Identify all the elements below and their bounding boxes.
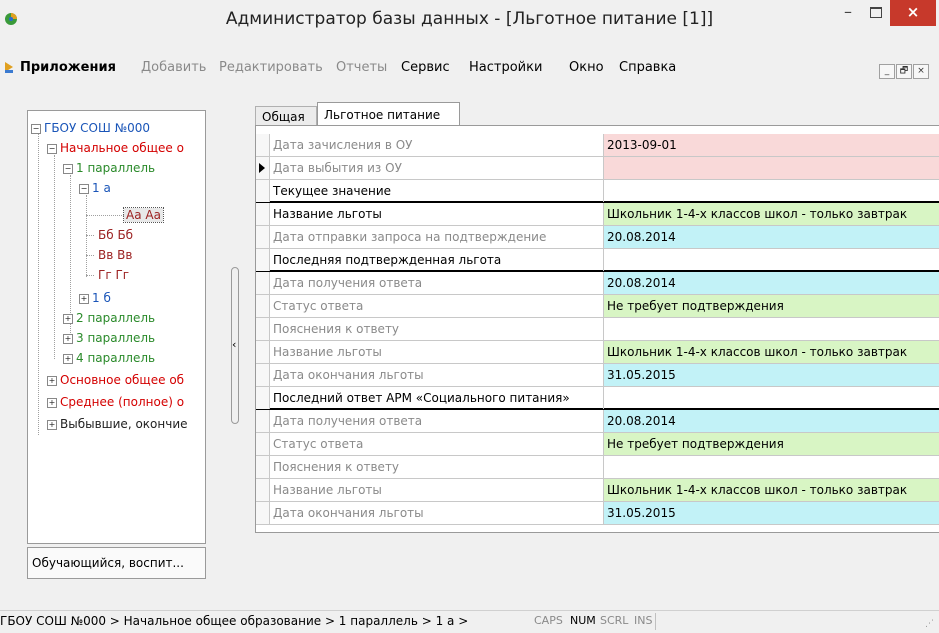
property-grid: Дата зачисления в ОУ 2013-09-01 Дата выб…	[255, 125, 939, 533]
mdi-buttons: _ 🗗 ×	[878, 62, 929, 79]
tree-connector	[54, 155, 55, 359]
grid-value[interactable]: 20.08.2014	[604, 226, 939, 248]
grid-row[interactable]: Название льготы Школьник 1-4-х классов ш…	[256, 479, 939, 502]
tree-node[interactable]: +2 параллель	[63, 309, 155, 327]
expand-icon[interactable]: +	[47, 397, 57, 408]
tree-connector	[86, 215, 124, 216]
tree-panel: − ГБОУ СОШ №000 − Начальное общее о −1 пар…	[27, 110, 206, 544]
scrl-indicator: SCRL	[600, 614, 629, 627]
num-indicator: NUM	[570, 614, 596, 627]
tree-leaf[interactable]: Гг Гг	[98, 266, 129, 284]
grid-value[interactable]: 20.08.2014	[604, 410, 939, 432]
grid-row[interactable]: Пояснения к ответу	[256, 318, 939, 341]
tree-node[interactable]: − Начальное общее о	[47, 139, 184, 157]
expand-icon[interactable]: +	[79, 293, 89, 304]
status-bar: ГБОУ СОШ №000 > Начальное общее образова…	[0, 610, 939, 633]
grid-section-header: Последняя подтвержденная льгота	[256, 249, 939, 272]
expand-icon[interactable]: +	[47, 419, 57, 430]
current-row-icon	[259, 163, 265, 173]
collapse-icon[interactable]: −	[47, 143, 57, 154]
tree-connector	[86, 275, 94, 276]
grid-row[interactable]: Название льготы Школьник 1-4-х классов ш…	[256, 203, 939, 226]
collapse-icon[interactable]: −	[79, 183, 89, 194]
tree-node[interactable]: +3 параллель	[63, 329, 155, 347]
grid-section-header: Последний ответ АРМ «Социального питания…	[256, 387, 939, 410]
grid-row[interactable]: Статус ответа Не требует подтверждения	[256, 295, 939, 318]
grid-value[interactable]: 2013-09-01	[604, 134, 939, 156]
tree-node[interactable]: + Выбывшие, окончие	[47, 415, 188, 433]
tree-connector	[38, 133, 39, 435]
ins-indicator: INS	[634, 614, 653, 627]
tree-connector	[86, 235, 94, 236]
window-title: Администратор базы данных - [Льготное пи…	[225, 9, 714, 29]
grid-value[interactable]	[604, 318, 939, 340]
grid-value[interactable]: 31.05.2015	[604, 364, 939, 386]
app-menu-icon	[5, 62, 13, 73]
collapse-icon[interactable]: −	[63, 163, 73, 174]
tree-node[interactable]: +4 параллель	[63, 349, 155, 367]
tab-general[interactable]: Общая	[255, 106, 317, 126]
grid-row[interactable]: Дата отправки запроса на подтверждение 2…	[256, 226, 939, 249]
mdi-minimize-button[interactable]: _	[879, 64, 895, 79]
tree-node[interactable]: −1 параллель	[63, 159, 155, 177]
expand-icon[interactable]: +	[63, 313, 73, 324]
resize-grip-icon[interactable]: ⋰	[925, 619, 935, 629]
grid-value[interactable]: 31.05.2015	[604, 502, 939, 524]
grid-row[interactable]: Дата окончания льготы 31.05.2015	[256, 364, 939, 387]
grid-value[interactable]: Школьник 1-4-х классов школ - только зав…	[604, 479, 939, 501]
grid-row[interactable]: Дата окончания льготы 31.05.2015	[256, 502, 939, 525]
menu-edit[interactable]: Редактировать	[219, 60, 323, 75]
grid-row[interactable]: Название льготы Школьник 1-4-х классов ш…	[256, 341, 939, 364]
grid-section-header: Текущее значение	[256, 180, 939, 203]
menu-settings[interactable]: Настройки	[469, 60, 542, 75]
tree-node[interactable]: + Основное общее об	[47, 371, 184, 389]
grid-row[interactable]: Дата зачисления в ОУ 2013-09-01	[256, 134, 939, 157]
collapse-panel-icon[interactable]: ‹	[232, 338, 236, 351]
tree-node[interactable]: + Среднее (полное) о	[47, 393, 184, 411]
grid-row[interactable]: Пояснения к ответу	[256, 456, 939, 479]
menu-reports[interactable]: Отчеты	[336, 60, 387, 75]
menu-applications[interactable]: Приложения	[20, 60, 116, 75]
grid-value[interactable]: Школьник 1-4-х классов школ - только зав…	[604, 203, 939, 225]
expand-icon[interactable]: +	[63, 353, 73, 364]
tree-connector	[86, 195, 87, 277]
maximize-button[interactable]	[862, 0, 890, 26]
menu-bar: Приложения Добавить Редактировать Отчеты…	[0, 58, 939, 78]
expand-icon[interactable]: +	[63, 333, 73, 344]
grid-value[interactable]: Не требует подтверждения	[604, 295, 939, 317]
grid-value[interactable]: Не требует подтверждения	[604, 433, 939, 455]
student-type-button[interactable]: Обучающийся, воспит...	[27, 547, 206, 579]
tree-node[interactable]: +1 б	[79, 289, 111, 307]
grid-row[interactable]: Дата получения ответа 20.08.2014	[256, 272, 939, 295]
caps-indicator: CAPS	[534, 614, 563, 627]
close-button[interactable]: ×	[890, 0, 936, 26]
tree-connector	[86, 255, 94, 256]
tree-leaf[interactable]: Бб Бб	[98, 226, 133, 244]
status-divider	[655, 613, 656, 630]
minimize-button[interactable]: –	[834, 0, 862, 26]
grid-value[interactable]	[604, 157, 939, 179]
tree-root[interactable]: − ГБОУ СОШ №000	[31, 119, 150, 137]
grid-row[interactable]: Статус ответа Не требует подтверждения	[256, 433, 939, 456]
tab-benefit-meals[interactable]: Льготное питание	[317, 102, 460, 126]
menu-help[interactable]: Справка	[619, 60, 676, 75]
status-breadcrumb: ГБОУ СОШ №000 > Начальное общее образова…	[0, 614, 469, 628]
maximize-icon	[870, 7, 882, 18]
grid-value[interactable]: Школьник 1-4-х классов школ - только зав…	[604, 341, 939, 363]
tree-node[interactable]: −1 а	[79, 179, 111, 197]
collapse-icon[interactable]: −	[31, 123, 41, 134]
tree-leaf[interactable]: Вв Вв	[98, 246, 132, 264]
menu-service[interactable]: Сервис	[401, 60, 450, 75]
expand-icon[interactable]: +	[47, 375, 57, 386]
menu-add[interactable]: Добавить	[141, 60, 206, 75]
grid-value[interactable]: 20.08.2014	[604, 272, 939, 294]
menu-window[interactable]: Окно	[569, 60, 604, 75]
grid-row-current[interactable]: Дата выбытия из ОУ	[256, 157, 939, 180]
mdi-restore-button[interactable]: 🗗	[896, 64, 912, 79]
grid-value[interactable]	[604, 456, 939, 478]
tree-leaf-selected[interactable]: Аа Аа	[123, 206, 164, 224]
grid-row[interactable]: Дата получения ответа 20.08.2014	[256, 410, 939, 433]
title-bar: Администратор базы данных - [Льготное пи…	[0, 0, 939, 38]
mdi-close-button[interactable]: ×	[913, 64, 929, 79]
